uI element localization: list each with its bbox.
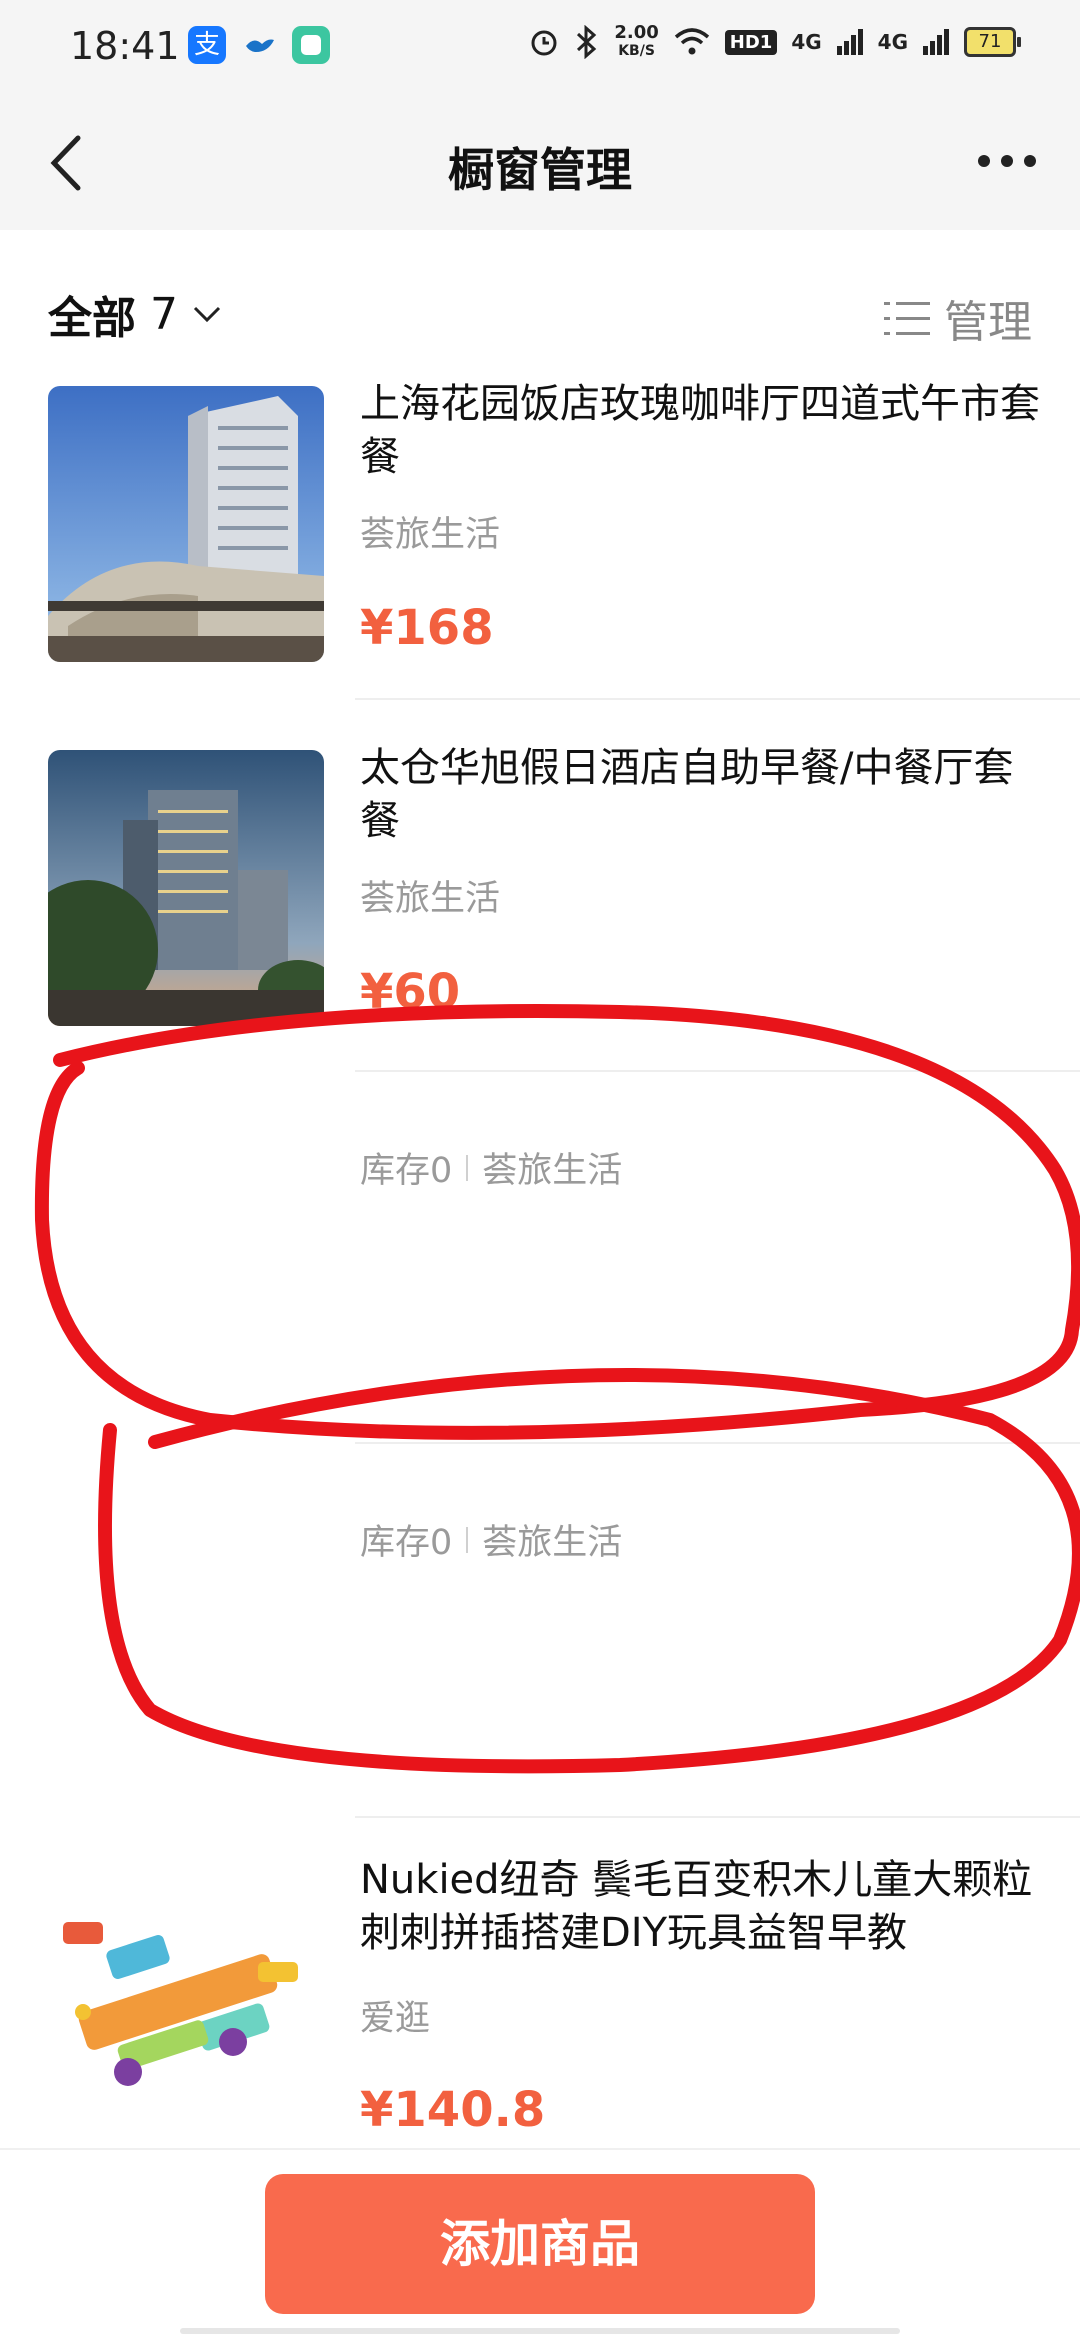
product-shop: 爱逛: [360, 1999, 431, 2039]
product-item[interactable]: 库存0 荟旅生活: [0, 1072, 1080, 1444]
bird-app-icon: [240, 26, 278, 64]
product-shop: 荟旅生活: [360, 515, 501, 555]
status-icons: 2.00 KB/S HD1 4G 4G 71: [528, 22, 1021, 60]
product-item[interactable]: 库存0 荟旅生活: [0, 1444, 1080, 1818]
separator: [466, 1526, 469, 1553]
alipay-icon: 支: [188, 26, 226, 64]
category-filter[interactable]: 全部 7: [48, 282, 222, 346]
signal-label-2: 4G: [877, 30, 908, 54]
signal-icon: [923, 29, 949, 55]
filter-count: 7: [150, 288, 178, 340]
filter-row: 全部 7 管理: [0, 230, 1080, 380]
stock-line: 库存0 荟旅生活: [360, 1514, 622, 1565]
home-indicator: [180, 2328, 900, 2334]
stock-label: 库存0: [360, 1523, 453, 1563]
product-item[interactable]: Nukied纽奇 鬓毛百变积木儿童大颗粒刺刺拼插搭建DIY玩具益智早教 爱逛 ¥…: [0, 1857, 1080, 2142]
page-title: 橱窗管理: [448, 143, 632, 197]
stock-label: 库存0: [360, 1151, 453, 1191]
manage-button[interactable]: 管理: [884, 286, 1032, 350]
divider: [355, 698, 1080, 700]
product-title: 太仓华旭假日酒店自助早餐/中餐厅套餐: [360, 745, 1014, 844]
product-image-toy: [48, 1862, 324, 2138]
product-price: ¥140.8: [360, 2082, 546, 2138]
status-bar: 18:41 支 2.00 KB/S HD1 4G 4G 71: [0, 0, 1080, 96]
add-product-button[interactable]: 添加商品: [265, 2174, 815, 2314]
battery-icon: 71: [964, 27, 1021, 57]
product-price: ¥168: [360, 600, 494, 656]
product-shop: 荟旅生活: [482, 1523, 623, 1563]
stock-line: 库存0 荟旅生活: [360, 1142, 622, 1193]
network-speed: 2.00 KB/S: [614, 22, 659, 60]
manage-label: 管理: [944, 297, 1032, 348]
signal-icon: [836, 29, 863, 55]
hd-badge: HD1: [724, 29, 778, 55]
divider: [355, 1816, 1080, 1818]
alarm-icon: [531, 30, 557, 56]
product-price: ¥60: [360, 964, 461, 1020]
more-button[interactable]: [972, 136, 1042, 186]
product-shop: 荟旅生活: [482, 1151, 623, 1191]
green-app-icon: [292, 26, 330, 64]
status-time: 18:41: [70, 24, 180, 68]
separator: [466, 1154, 469, 1181]
product-image-hotel: [48, 386, 324, 662]
filter-all-label: 全部: [48, 293, 136, 344]
list-menu-icon: [884, 302, 930, 335]
nav-header: 橱窗管理: [0, 96, 1080, 230]
product-item[interactable]: 太仓华旭假日酒店自助早餐/中餐厅套餐 荟旅生活 ¥60: [0, 745, 1080, 1118]
product-shop: 荟旅生活: [360, 879, 501, 919]
more-dots-icon: [978, 155, 1036, 167]
product-title: Nukied纽奇 鬓毛百变积木儿童大颗粒刺刺拼插搭建DIY玩具益智早教: [360, 1857, 1033, 1956]
bluetooth-icon: [577, 25, 597, 59]
product-image-hotel: [48, 750, 324, 1026]
chevron-down-icon: [193, 306, 221, 323]
signal-label-1: 4G: [791, 30, 822, 54]
product-title: 上海花园饭店玫瑰咖啡厅四道式午市套餐: [360, 381, 1040, 480]
product-item[interactable]: 上海花园饭店玫瑰咖啡厅四道式午市套餐 荟旅生活 ¥168: [0, 381, 1080, 754]
bottom-action-bar: 添加商品: [0, 2148, 1080, 2342]
wifi-icon: [674, 28, 709, 55]
